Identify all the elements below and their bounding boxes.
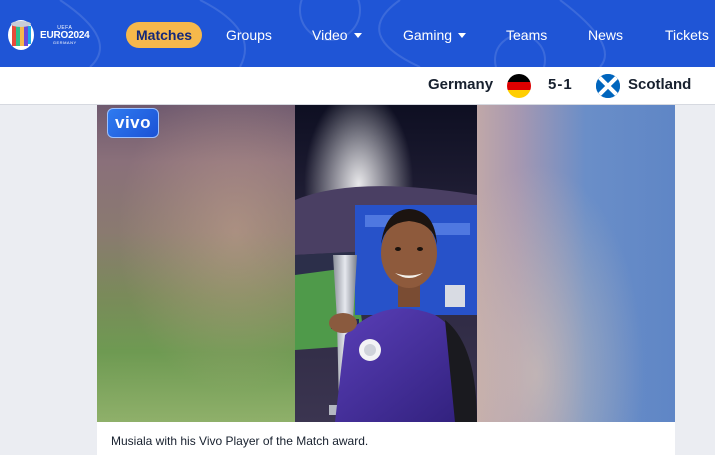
match-score: 5-1 <box>548 76 573 93</box>
nav-tickets[interactable]: Tickets <box>665 22 709 48</box>
euro2024-logo[interactable]: UEFA EURO2024 GERMANY <box>6 16 90 54</box>
blurred-background-right <box>477 105 675 422</box>
nav-video[interactable]: Video <box>312 22 362 48</box>
nav-label: Groups <box>226 27 272 43</box>
home-team-name: Germany <box>428 76 494 93</box>
nav-groups[interactable]: Groups <box>226 22 272 48</box>
logo-wordmark: UEFA EURO2024 GERMANY <box>40 25 90 45</box>
nav-label: Tickets <box>665 27 709 43</box>
nav-label: News <box>588 27 624 43</box>
chevron-down-icon <box>458 32 467 38</box>
nav-news[interactable]: News <box>588 22 623 48</box>
nav-label: Teams <box>506 27 548 43</box>
article-media-card: vivo Musiala with his Vivo Player of the… <box>97 105 675 455</box>
nav-gaming[interactable]: Gaming <box>403 22 467 48</box>
nav-label: Video <box>312 27 348 43</box>
scotland-flag-icon <box>596 74 620 98</box>
match-score-bar[interactable]: Germany 5-1 Scotland <box>0 67 715 105</box>
logo-host-text: GERMANY <box>52 39 77 45</box>
nav-matches[interactable]: Matches <box>126 22 203 48</box>
blurred-background-left <box>97 105 295 422</box>
nav-label: Matches <box>136 27 193 43</box>
nav-teams[interactable]: Teams <box>506 22 547 48</box>
away-team-name: Scotland <box>628 76 692 93</box>
player-photo-media[interactable]: vivo <box>97 105 675 422</box>
logo-event-text: EURO2024 <box>40 29 90 41</box>
chevron-down-icon <box>353 32 362 38</box>
photo-caption: Musiala with his Vivo Player of the Matc… <box>111 434 369 448</box>
germany-flag-icon <box>507 74 531 98</box>
top-navigation: UEFA EURO2024 GERMANY Matches Groups Vid… <box>0 0 715 67</box>
vivo-brand-badge: vivo <box>107 108 159 138</box>
euro-trophy-logo-icon <box>6 18 36 52</box>
player-of-match-photo <box>295 105 477 422</box>
nav-label: Gaming <box>403 27 453 43</box>
